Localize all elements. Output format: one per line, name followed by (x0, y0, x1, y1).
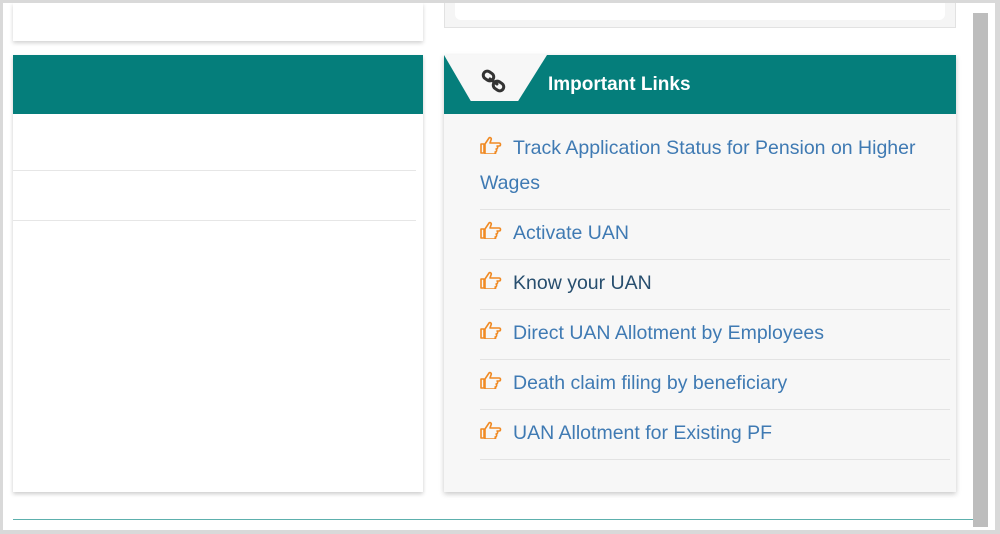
left-panel (13, 55, 423, 492)
hand-pointer-icon (480, 221, 502, 239)
list-item: UAN Allotment for Existing PF (480, 410, 950, 460)
link-death-claim-filing[interactable]: Death claim filing by beneficiary (480, 366, 950, 401)
hand-pointer-icon (480, 371, 502, 389)
list-item: Activate UAN (480, 210, 950, 260)
list-item: Death claim filing by beneficiary (480, 360, 950, 410)
list-item: Know your UAN (480, 260, 950, 310)
link-know-your-uan[interactable]: Know your UAN (480, 266, 950, 301)
section-divider (13, 519, 973, 520)
left-top-card (13, 3, 423, 41)
link-activate-uan[interactable]: Activate UAN (480, 216, 950, 251)
hand-pointer-icon (480, 321, 502, 339)
link-uan-allotment-existing-pf[interactable]: UAN Allotment for Existing PF (480, 416, 950, 451)
hand-pointer-icon (480, 421, 502, 439)
list-item: Direct UAN Allotment by Employees (480, 310, 950, 360)
link-direct-uan-allotment[interactable]: Direct UAN Allotment by Employees (480, 316, 950, 351)
left-panel-divider (13, 170, 416, 171)
important-links-title: Important Links (548, 74, 691, 95)
hand-pointer-icon (480, 136, 502, 154)
link-track-application-status[interactable]: Track Application Status for Pension on … (480, 131, 950, 201)
important-links-list: Track Application Status for Pension on … (480, 125, 950, 460)
important-links-header: Important Links (444, 55, 956, 114)
page-frame: Important Links Track Application Status… (3, 3, 995, 530)
chain-link-icon (481, 69, 506, 93)
list-item: Track Application Status for Pension on … (480, 125, 950, 210)
right-top-card-inner (455, 3, 945, 20)
scrollbar[interactable] (973, 13, 988, 527)
left-panel-header (13, 55, 423, 114)
hand-pointer-icon (480, 271, 502, 289)
important-links-panel: Important Links Track Application Status… (444, 55, 956, 492)
right-top-card (444, 3, 956, 28)
left-panel-divider (13, 220, 416, 221)
